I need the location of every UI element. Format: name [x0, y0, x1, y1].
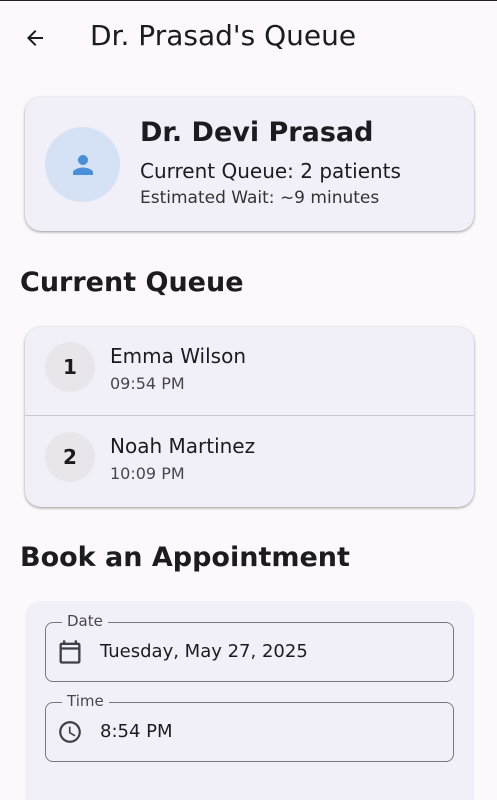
- date-value: Tuesday, May 27, 2025: [100, 641, 308, 662]
- doctor-name: Dr. Devi Prasad: [140, 117, 374, 148]
- arrow-back-icon: [27, 30, 43, 46]
- list-item[interactable]: 2 Noah Martinez 10:09 PM: [25, 417, 474, 506]
- booking-form: Date Tuesday, May 27, 2025 Time 8:54 PM: [25, 601, 474, 800]
- date-field-label: Date: [62, 612, 108, 630]
- date-field[interactable]: Date Tuesday, May 27, 2025: [45, 612, 454, 682]
- app-bar: Dr. Prasad's Queue: [0, 1, 497, 73]
- current-queue-heading: Current Queue: [20, 267, 244, 298]
- queue-position-badge: 1: [45, 342, 95, 392]
- back-button[interactable]: [20, 23, 50, 53]
- queue-list: 1 Emma Wilson 09:54 PM 2 Noah Martinez 1…: [25, 327, 474, 507]
- patient-time: 09:54 PM: [110, 374, 185, 393]
- time-field-label: Time: [62, 692, 109, 710]
- estimated-wait: Estimated Wait: ~9 minutes: [140, 188, 380, 208]
- clock-icon: [56, 718, 84, 746]
- avatar: [45, 127, 120, 202]
- person-icon: [72, 154, 93, 175]
- patient-time: 10:09 PM: [110, 464, 185, 483]
- page-title: Dr. Prasad's Queue: [90, 19, 357, 52]
- time-field[interactable]: Time 8:54 PM: [45, 692, 454, 762]
- list-item[interactable]: 1 Emma Wilson 09:54 PM: [25, 327, 474, 416]
- doctor-info-card: Dr. Devi Prasad Current Queue: 2 patient…: [25, 97, 474, 231]
- current-queue-count: Current Queue: 2 patients: [140, 159, 401, 183]
- patient-name: Emma Wilson: [110, 344, 246, 368]
- calendar-icon: [56, 638, 84, 666]
- queue-position-badge: 2: [45, 432, 95, 482]
- book-appointment-heading: Book an Appointment: [20, 542, 350, 573]
- patient-name: Noah Martinez: [110, 434, 256, 458]
- time-value: 8:54 PM: [100, 721, 173, 742]
